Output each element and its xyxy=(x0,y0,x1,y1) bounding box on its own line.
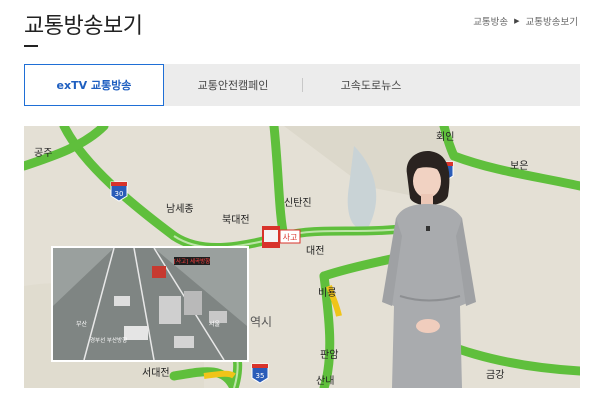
map-label: 공주 xyxy=(34,147,52,159)
svg-text:30: 30 xyxy=(115,190,124,198)
page-title: 교통방송보기 xyxy=(24,14,143,39)
svg-text:서울: 서울 xyxy=(209,320,221,328)
map-label: 신탄진 xyxy=(284,197,312,209)
svg-text:사고: 사고 xyxy=(283,233,298,242)
breadcrumb: 교통방송 ▶ 교통방송보기 xyxy=(473,14,578,28)
cctv-inset: [사고] 세곡방향 부산 서울 경부선 부산방향 xyxy=(51,246,249,362)
tab-label: 교통안전캠페인 xyxy=(197,79,269,92)
map-label: 판암 xyxy=(320,349,338,361)
title-underline xyxy=(24,45,38,47)
traffic-map: 30 35 25 공주 남세종 북대전 신탄진 회인 보은 대전 비룡 판암 서… xyxy=(24,126,580,388)
tab-extv[interactable]: exTV 교통방송 xyxy=(24,64,164,106)
tab-label: 고속도로뉴스 xyxy=(340,79,402,92)
map-label: 회인 xyxy=(436,131,454,143)
map-label: 남세종 xyxy=(166,203,194,215)
svg-text:35: 35 xyxy=(256,372,265,380)
map-label: 비룡 xyxy=(318,287,336,299)
svg-text:[사고] 세곡방향: [사고] 세곡방향 xyxy=(174,257,210,265)
map-label: 대전 xyxy=(306,245,324,257)
map-label: 보은 xyxy=(510,160,528,172)
svg-text:부산: 부산 xyxy=(76,320,88,328)
map-label: 산내 xyxy=(316,375,334,387)
map-label: 서대전 xyxy=(142,367,170,379)
breadcrumb-separator-icon: ▶ xyxy=(514,17,520,25)
tab-label: exTV 교통방송 xyxy=(56,79,132,92)
tab-safety-campaign[interactable]: 교통안전캠페인 xyxy=(164,64,302,106)
tab-bar: exTV 교통방송 교통안전캠페인 고속도로뉴스 xyxy=(24,64,580,106)
svg-text:경부선 부산방향: 경부선 부산방향 xyxy=(90,336,127,344)
breadcrumb-item-current: 교통방송보기 xyxy=(525,17,578,28)
map-label: 역시 xyxy=(250,315,272,329)
map-label: 금강 xyxy=(486,369,504,381)
breadcrumb-item-broadcast[interactable]: 교통방송 xyxy=(473,14,508,28)
tab-highway-news[interactable]: 고속도로뉴스 xyxy=(302,64,440,106)
map-label: 북대전 xyxy=(222,214,250,226)
video-player[interactable]: 30 35 25 공주 남세종 북대전 신탄진 회인 보은 대전 비룡 판암 서… xyxy=(24,126,580,388)
